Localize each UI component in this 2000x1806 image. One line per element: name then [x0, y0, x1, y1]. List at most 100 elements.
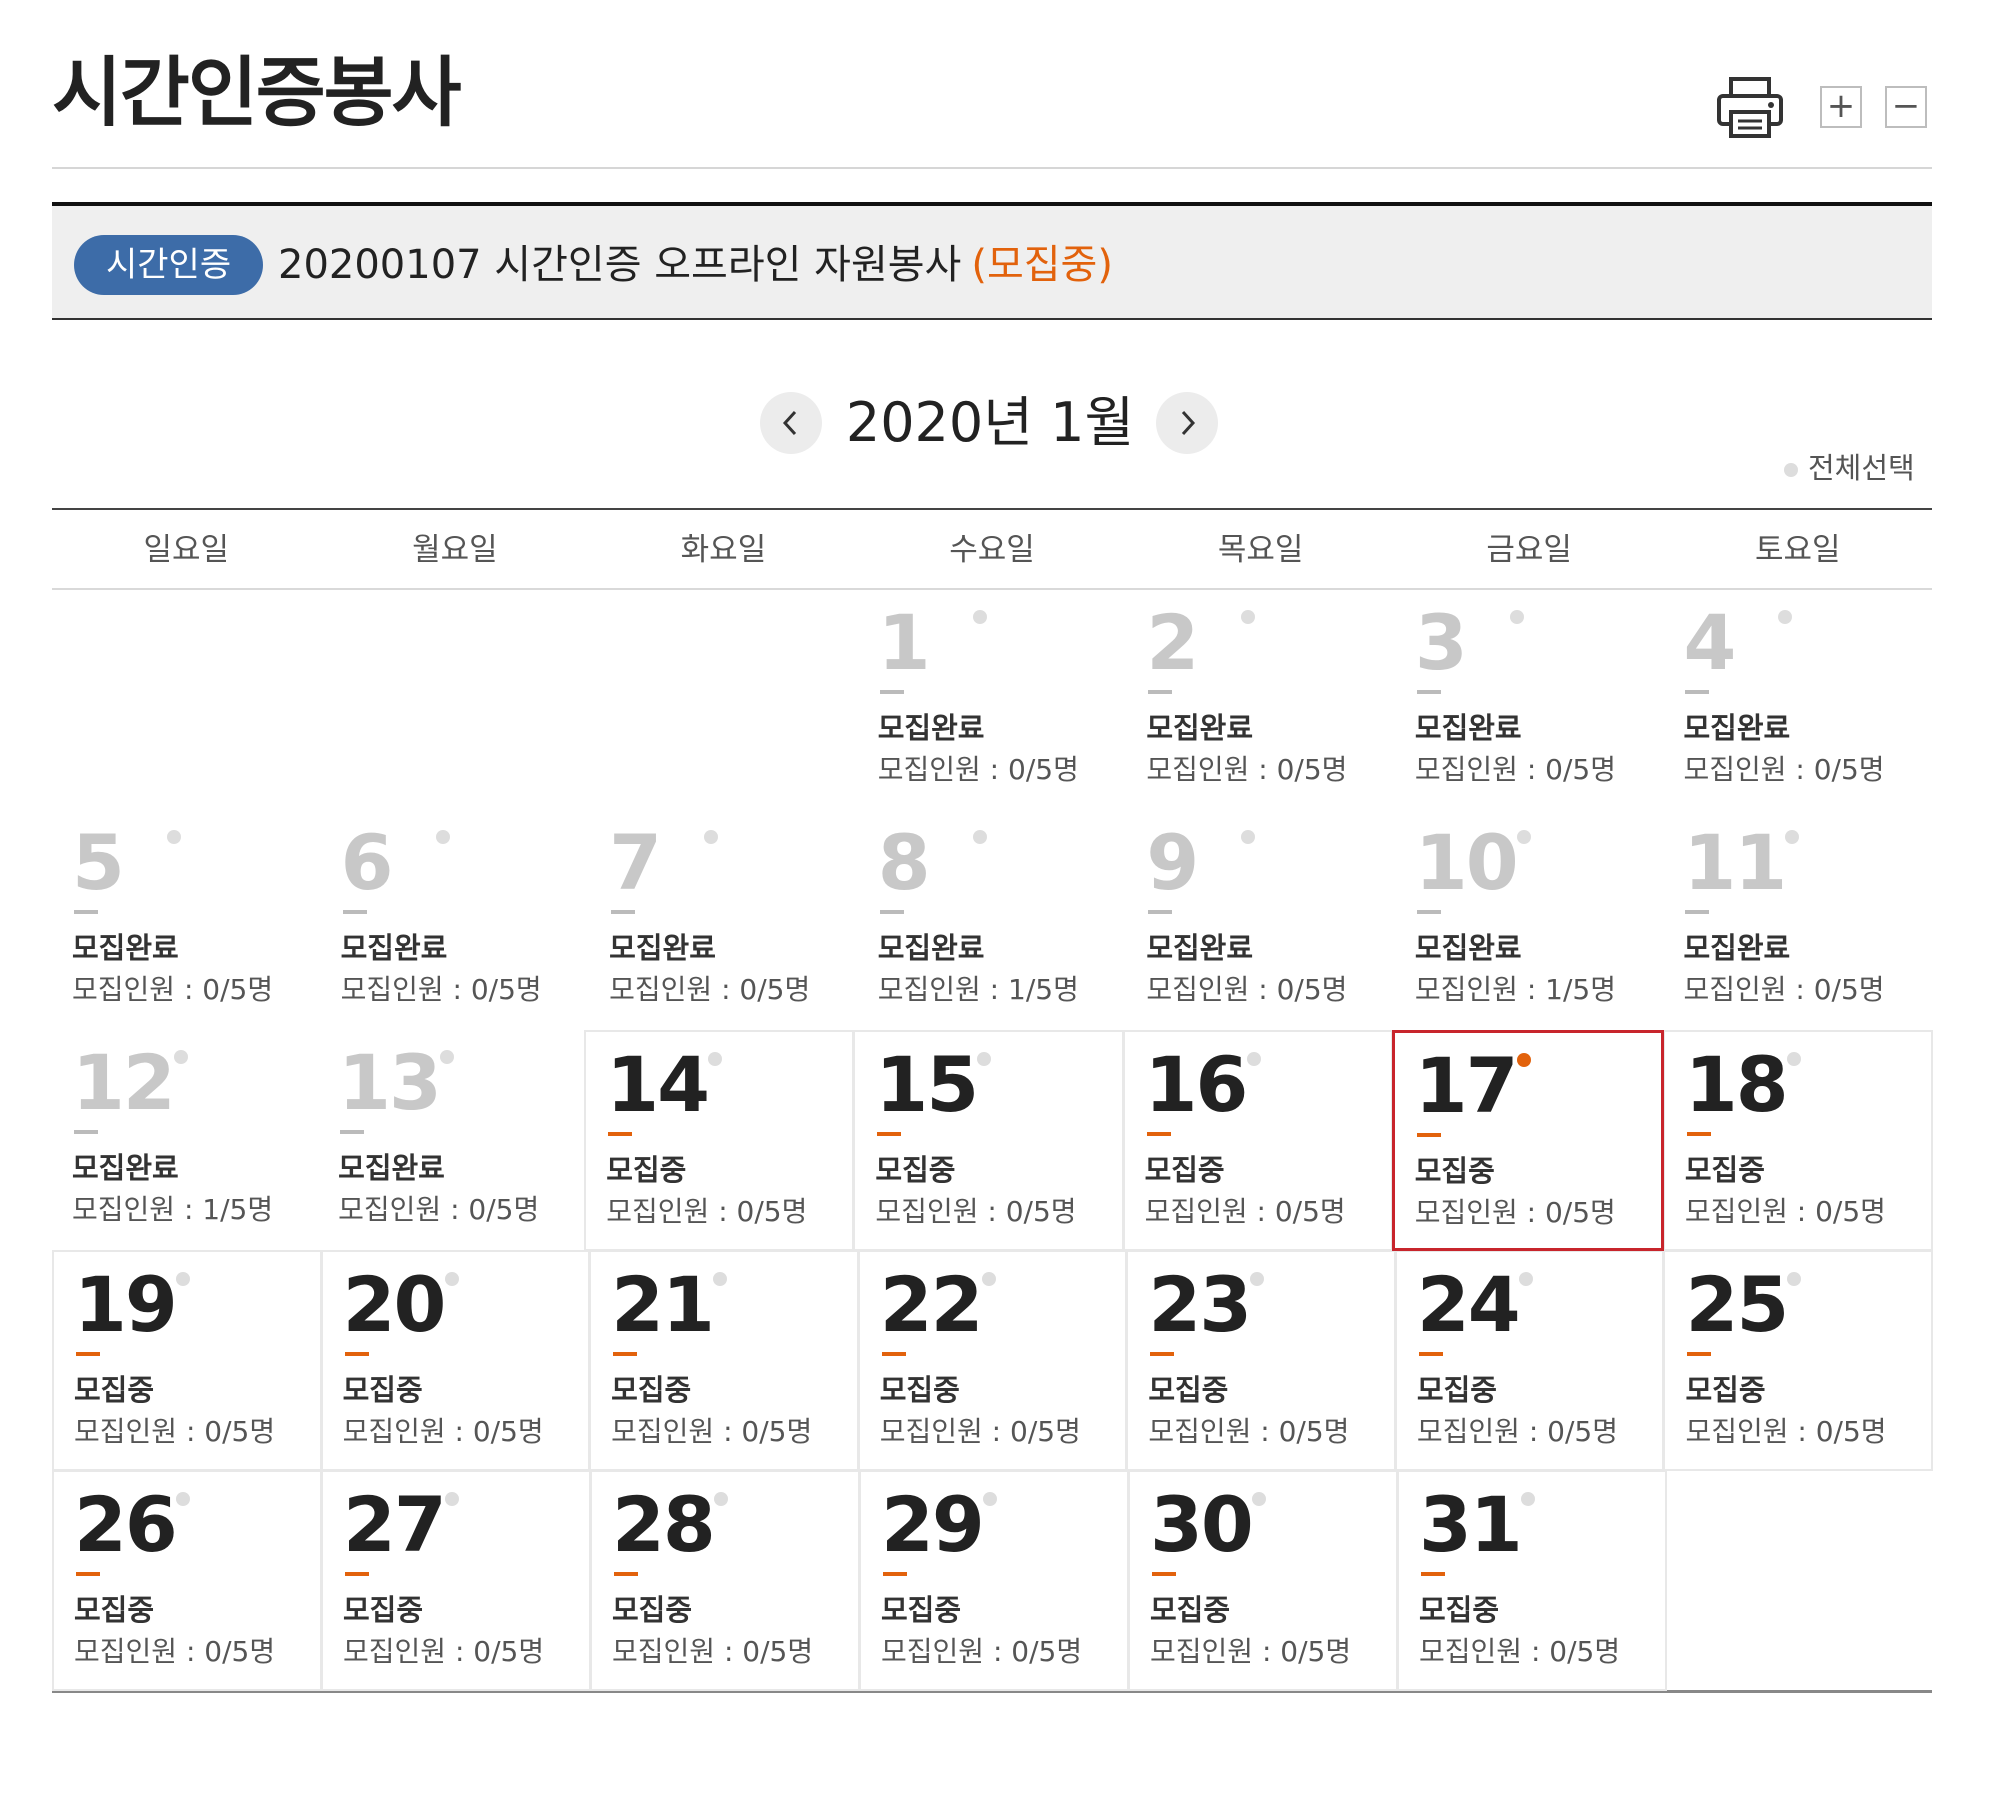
- calendar-day-cell: 1 모집완료 모집인원 : 0/5명: [858, 590, 1127, 810]
- day-select-dot-icon[interactable]: [1787, 1272, 1802, 1286]
- day-count: 모집인원 : 0/5명: [72, 973, 274, 1006]
- calendar-day-cell[interactable]: 22 모집중 모집인원 : 0/5명: [857, 1250, 1128, 1471]
- day-select-dot-icon[interactable]: [972, 830, 987, 844]
- calendar-week-row: 26 모집중 모집인원 : 0/5명 27 모집중 모집인원 : 0/5명 28 모집중 모집인…: [52, 1470, 1932, 1691]
- day-status: 모집중: [1684, 1153, 1765, 1187]
- program-name-text: 20200107 시간인증 오프라인 자원봉사: [278, 242, 962, 288]
- day-status: 모집중: [881, 1593, 962, 1627]
- select-all-button[interactable]: 전체선택: [1784, 448, 1915, 488]
- day-select-dot-icon[interactable]: [1509, 610, 1524, 624]
- day-select-dot-icon[interactable]: [174, 1050, 188, 1064]
- day-select-dot-icon[interactable]: [440, 1050, 455, 1064]
- day-number: 9: [1146, 818, 1199, 907]
- day-select-dot-icon[interactable]: [435, 830, 450, 844]
- day-select-dot-icon[interactable]: [1518, 1272, 1533, 1286]
- day-underline: [74, 910, 98, 914]
- day-status: 모집완료: [340, 931, 448, 965]
- day-select-dot-icon[interactable]: [167, 830, 181, 844]
- day-underline: [1150, 1352, 1175, 1356]
- day-count: 모집인원 : 0/5명: [1148, 1415, 1350, 1448]
- day-select-dot-icon[interactable]: [445, 1492, 459, 1506]
- day-count: 모집인원 : 0/5명: [1144, 1195, 1346, 1228]
- day-number: 30: [1150, 1480, 1254, 1569]
- day-underline: [1416, 690, 1441, 694]
- day-select-dot-icon[interactable]: [1778, 610, 1793, 624]
- next-month-button[interactable]: [1156, 392, 1218, 454]
- calendar-day-cell[interactable]: 24 모집중 모집인원 : 0/5명: [1394, 1250, 1665, 1471]
- calendar-day-cell[interactable]: 18 모집중 모집인원 : 0/5명: [1662, 1030, 1933, 1251]
- day-underline: [344, 1352, 369, 1356]
- day-select-dot-icon[interactable]: [983, 1492, 997, 1506]
- day-underline: [1152, 1572, 1176, 1576]
- calendar-day-cell[interactable]: 26 모집중 모집인원 : 0/5명: [52, 1470, 322, 1691]
- day-select-dot-icon[interactable]: [713, 1272, 728, 1286]
- day-select-dot-icon[interactable]: [977, 1052, 992, 1066]
- day-number: 13: [338, 1038, 442, 1127]
- day-count: 모집인원 : 0/5명: [1146, 973, 1348, 1006]
- calendar-day-cell[interactable]: 23 모집중 모집인원 : 0/5명: [1126, 1250, 1396, 1471]
- day-select-dot-icon[interactable]: [714, 1492, 728, 1506]
- calendar-day-cell[interactable]: 25 모집중 모집인원 : 0/5명: [1663, 1250, 1934, 1471]
- day-select-dot-icon[interactable]: [1241, 830, 1256, 844]
- day-count: 모집인원 : 0/5명: [343, 1635, 545, 1668]
- zoom-out-button[interactable]: −: [1885, 86, 1927, 128]
- calendar-weeks: 1 모집완료 모집인원 : 0/5명 2 모집완료 모집인원 : 0/5명 3 모집완료 모집인…: [52, 590, 1934, 1691]
- day-underline: [881, 1352, 906, 1356]
- weekday-thursday: 목요일: [1217, 532, 1304, 568]
- day-select-dot-icon[interactable]: [444, 1272, 459, 1286]
- day-select-dot-icon[interactable]: [704, 830, 719, 844]
- day-select-dot-icon[interactable]: [1246, 1052, 1261, 1066]
- day-count: 모집인원 : 0/5명: [609, 973, 811, 1006]
- day-select-dot-icon[interactable]: [708, 1052, 723, 1066]
- calendar-day-cell[interactable]: 14 모집중 모집인원 : 0/5명: [584, 1030, 855, 1251]
- day-select-dot-icon[interactable]: [1516, 830, 1531, 844]
- day-select-dot-icon[interactable]: [1252, 1492, 1266, 1506]
- calendar-day-cell[interactable]: 16 모집중 모집인원 : 0/5명: [1122, 1030, 1393, 1251]
- day-select-dot-icon[interactable]: [1786, 1052, 1801, 1066]
- day-select-dot-icon[interactable]: [1241, 610, 1256, 624]
- day-underline: [883, 1572, 907, 1576]
- day-number: 3: [1414, 598, 1468, 687]
- day-select-dot-icon[interactable]: [1250, 1272, 1265, 1286]
- day-select-dot-icon[interactable]: [972, 610, 987, 624]
- day-count: 모집인원 : 0/5명: [342, 1415, 544, 1448]
- weekday-friday: 금요일: [1486, 532, 1572, 568]
- calendar-day-cell[interactable]: 19 모집중 모집인원 : 0/5명: [52, 1250, 322, 1471]
- day-underline: [76, 1352, 100, 1356]
- day-underline: [345, 1572, 369, 1576]
- day-number: 10: [1414, 818, 1519, 907]
- calendar-day-cell[interactable]: 21 모집중 모집인원 : 0/5명: [589, 1250, 859, 1471]
- calendar-day-cell[interactable]: 15 모집중 모집인원 : 0/5명: [853, 1030, 1124, 1251]
- day-underline: [614, 1572, 638, 1576]
- day-select-dot-icon[interactable]: [1785, 830, 1800, 844]
- day-number: 17: [1414, 1041, 1519, 1130]
- calendar-day-cell[interactable]: 17 모집중 모집인원 : 0/5명: [1391, 1030, 1664, 1251]
- calendar-day-cell[interactable]: 27 모집중 모집인원 : 0/5명: [321, 1470, 591, 1691]
- day-select-dot-icon[interactable]: [981, 1272, 996, 1286]
- print-button[interactable]: [1715, 76, 1785, 140]
- day-number: 6: [340, 818, 394, 907]
- day-status: 모집중: [611, 1373, 692, 1407]
- day-status: 모집중: [1414, 1154, 1495, 1188]
- day-number: 28: [612, 1480, 716, 1569]
- day-number: 5: [72, 818, 125, 907]
- page-tools: + −: [1715, 76, 1945, 140]
- day-count: 모집인원 : 0/5명: [881, 1635, 1083, 1668]
- calendar-day-cell[interactable]: 29 모집중 모집인원 : 0/5명: [859, 1470, 1129, 1691]
- calendar-day-cell[interactable]: 30 모집중 모집인원 : 0/5명: [1128, 1470, 1398, 1691]
- day-select-dot-icon[interactable]: [176, 1272, 190, 1286]
- zoom-in-button[interactable]: +: [1820, 86, 1862, 128]
- calendar-day-cell[interactable]: 20 모집중 모집인원 : 0/5명: [320, 1250, 591, 1471]
- program-info-bar: 시간인증 20200107 시간인증 오프라인 자원봉사 (모집중): [52, 202, 1932, 320]
- calendar-day-cell[interactable]: 31 모집중 모집인원 : 0/5명: [1397, 1470, 1667, 1691]
- day-underline: [340, 1130, 365, 1134]
- calendar-empty-cell: [321, 590, 590, 810]
- day-select-dot-icon[interactable]: [1516, 1053, 1531, 1067]
- day-select-dot-icon[interactable]: [176, 1492, 190, 1506]
- day-count: 모집인원 : 0/5명: [611, 1415, 813, 1448]
- day-select-dot-icon[interactable]: [1521, 1492, 1535, 1506]
- weekday-sunday: 일요일: [143, 532, 230, 568]
- select-all-dot-icon: [1784, 463, 1798, 477]
- prev-month-button[interactable]: [760, 392, 822, 454]
- calendar-day-cell[interactable]: 28 모집중 모집인원 : 0/5명: [590, 1470, 860, 1691]
